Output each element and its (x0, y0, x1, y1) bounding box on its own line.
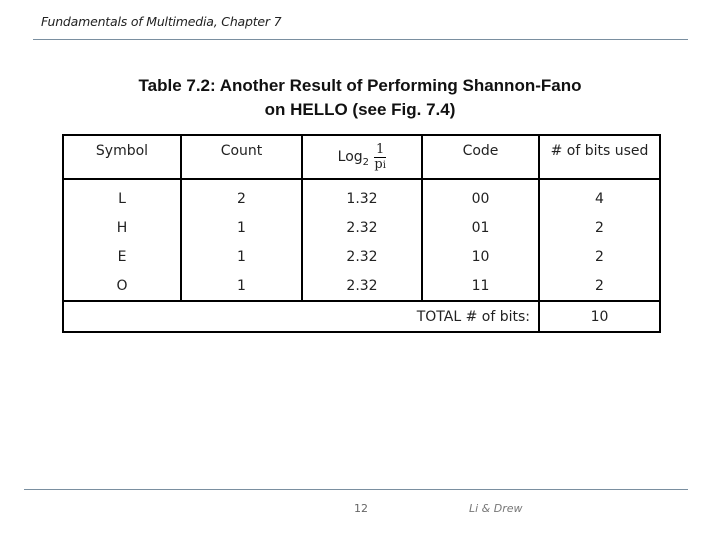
cell-log: 1.32 (301, 179, 423, 213)
table-row: H 1 2.32 01 2 (62, 213, 661, 242)
denominator-index: i (382, 160, 386, 171)
log-formula: Log2 1 pi (338, 143, 387, 173)
header-symbol: Symbol (62, 134, 182, 180)
chapter-header: Fundamentals of Multimedia, Chapter 7 (41, 14, 282, 29)
cell-bits: 2 (538, 271, 661, 301)
fraction-numerator: 1 (374, 142, 387, 158)
cell-symbol: H (62, 213, 182, 242)
table-row: L 2 1.32 00 4 (62, 179, 661, 213)
cell-code: 00 (421, 179, 540, 213)
header-count: Count (180, 134, 303, 180)
cell-count: 1 (180, 213, 303, 242)
cell-bits: 2 (538, 242, 661, 271)
cell-symbol: L (62, 179, 182, 213)
log-prefix: Log (337, 148, 363, 165)
log-base: 2 (362, 156, 370, 168)
total-row: TOTAL # of bits: 10 (62, 300, 661, 333)
header-divider (33, 39, 688, 40)
fraction: 1 pi (374, 142, 387, 173)
cell-log: 2.32 (301, 271, 423, 301)
header-log: Log2 1 pi (301, 134, 423, 180)
cell-code: 01 (421, 213, 540, 242)
cell-bits: 4 (538, 179, 661, 213)
header-bits: # of bits used (538, 134, 661, 180)
shannon-fano-table: Symbol Count Log2 1 pi Code # of bits us… (62, 134, 661, 333)
cell-symbol: O (62, 271, 182, 301)
cell-log: 2.32 (301, 242, 423, 271)
title-line-1: Table 7.2: Another Result of Performing … (138, 76, 582, 95)
header-code: Code (421, 134, 540, 180)
log-label: Log2 (338, 149, 369, 168)
cell-symbol: E (62, 242, 182, 271)
cell-count: 1 (180, 242, 303, 271)
cell-code: 11 (421, 271, 540, 301)
page-number: 12 (354, 502, 368, 515)
total-value: 10 (538, 300, 661, 333)
footer-divider (24, 489, 688, 490)
table-header-row: Symbol Count Log2 1 pi Code # of bits us… (62, 134, 661, 180)
cell-code: 10 (421, 242, 540, 271)
title-line-2: on HELLO (see Fig. 7.4) (264, 100, 456, 119)
denominator-var: p (374, 157, 383, 172)
cell-count: 2 (180, 179, 303, 213)
total-label: TOTAL # of bits: (62, 300, 540, 333)
table-row: O 1 2.32 11 2 (62, 271, 661, 301)
cell-count: 1 (180, 271, 303, 301)
cell-bits: 2 (538, 213, 661, 242)
cell-log: 2.32 (301, 213, 423, 242)
fraction-denominator: pi (374, 158, 386, 173)
table-row: E 1 2.32 10 2 (62, 242, 661, 271)
footer-authors: Li & Drew (469, 502, 523, 515)
table-title: Table 7.2: Another Result of Performing … (0, 74, 720, 122)
